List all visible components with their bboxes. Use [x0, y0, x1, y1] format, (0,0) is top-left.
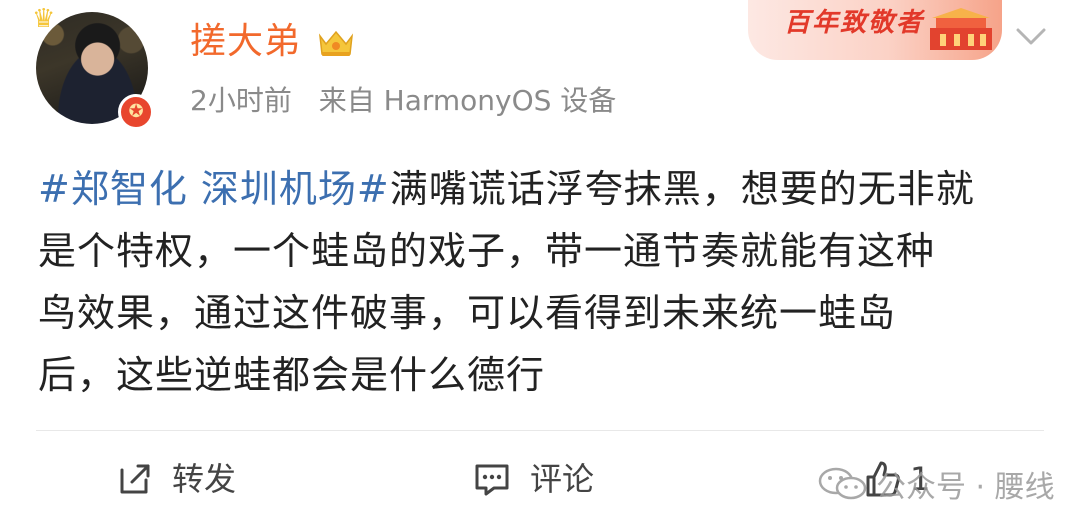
vip-crown-icon[interactable]: [316, 26, 356, 58]
chevron-down-icon[interactable]: [1012, 24, 1050, 50]
post-source: 来自 HarmonyOS 设备: [318, 84, 617, 117]
watermark: 公众号 · 腰线: [818, 462, 1055, 506]
post-time: 2小时前: [190, 84, 292, 117]
post-content: #郑智化 深圳机场#满嘴谎话浮夸抹黑，想要的无非就 是个特权，一个蛙岛的戏子，带…: [38, 158, 1046, 406]
comment-label: 评论: [530, 460, 595, 498]
weibo-post-card: ♛ ✪ 搓大弟 2小时前 来自 HarmonyOS 设备 百年致敬者 #郑智化 …: [0, 0, 1080, 523]
content-line-2: 是个特权，一个蛙岛的戏子，带一通节奏就能有这种: [38, 229, 936, 273]
divider: [36, 430, 1044, 431]
comment-icon: [475, 464, 509, 496]
verified-badge-icon: ✪: [118, 94, 154, 130]
avatar-container[interactable]: ♛ ✪: [32, 6, 154, 130]
building-icon: [930, 8, 992, 50]
hashtag-link[interactable]: #郑智化 深圳机场#: [38, 167, 390, 211]
banner-text: 百年致敬者: [784, 8, 925, 38]
repost-icon: [120, 464, 150, 494]
repost-label: 转发: [172, 460, 237, 498]
comment-button[interactable]: 评论: [472, 454, 594, 504]
crown-icon: ♛: [32, 4, 56, 34]
content-line-3: 鸟效果，通过这件破事，可以看得到未来统一蛙岛: [38, 291, 897, 335]
anniversary-banner[interactable]: 百年致敬者: [748, 0, 1002, 60]
repost-button[interactable]: 转发: [116, 454, 236, 504]
content-line-1: 满嘴谎话浮夸抹黑，想要的无非就: [389, 167, 975, 211]
watermark-text: 公众号 · 腰线: [876, 470, 1055, 505]
content-line-4: 后，这些逆蛙都会是什么德行: [38, 353, 546, 397]
post-meta: 2小时前 来自 HarmonyOS 设备: [190, 82, 634, 120]
wechat-logo-icon: [818, 467, 867, 500]
username[interactable]: 搓大弟: [190, 20, 301, 64]
